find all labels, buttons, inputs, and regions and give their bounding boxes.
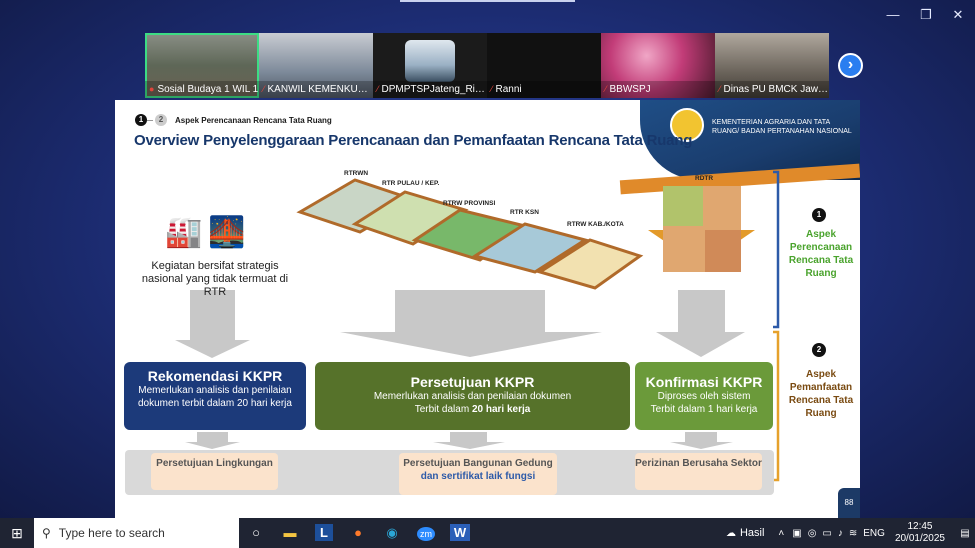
windows-start-icon[interactable]: ⊞ [0, 518, 34, 548]
rekomendasi-title: Rekomendasi KKPR [147, 368, 283, 384]
map-label: RTRW KAB./KOTA [567, 221, 624, 228]
page-number: 88 [838, 488, 860, 518]
persetujuan-box: Persetujuan KKPR Memerlukan analisis dan… [315, 362, 630, 430]
aspect-1-number: 1 [812, 208, 826, 222]
mic-muted-icon: ⁄ [377, 84, 379, 94]
pbg-box: Persetujuan Bangunan Gedung dan sertifik… [399, 453, 557, 495]
participant-strip: ● Sosial Budaya 1 WIL 1 ⁄ KANWIL KEMENKUM.… [145, 33, 829, 98]
close-button[interactable]: ✕ [943, 4, 973, 26]
taskbar: ⊞ ⚲ Type here to search ○ ▬ L ● ◉ zm W ☁… [0, 518, 975, 548]
rekomendasi-box: Rekomendasi KKPR Memerlukan analisis dan… [124, 362, 306, 430]
participant-tile[interactable]: ⁄ Ranni [487, 33, 601, 98]
participant-tile[interactable]: ⁄ KANWIL KEMENKUM... [259, 33, 373, 98]
clock[interactable]: 12:45 20/01/2025 [895, 521, 945, 545]
share-indicator [400, 0, 575, 2]
participant-name: BBWSPJ [609, 84, 651, 95]
map-label: RDTR [695, 175, 714, 182]
mic-muted-icon: ⁄ [491, 84, 493, 94]
participant-tile[interactable]: ⁄ BBWSPJ [601, 33, 715, 98]
shared-slide: KEMENTERIAN AGRARIA DAN TATA RUANG/ BADA… [115, 100, 860, 518]
persetujuan-text-1: Memerlukan analisis dan penilaian dokume… [373, 391, 572, 402]
kegiatan-text: Kegiatan bersifat strategis nasional yan… [141, 260, 289, 298]
participant-name: DPMPTSPJateng_Rizal [381, 84, 487, 95]
battery-icon[interactable]: ▭ [822, 528, 831, 539]
konfirmasi-text-2: Terbit dalam 1 hari kerja [650, 404, 758, 415]
participant-name: Ranni [495, 84, 522, 95]
chevron-up-icon[interactable]: ˄ [778, 528, 784, 539]
edge-icon[interactable]: ◉ [375, 518, 409, 548]
participant-name: KANWIL KEMENKUM... [267, 84, 373, 95]
infrastructure-icons: 🏭 🌉 [165, 215, 246, 250]
mic-on-icon: ● [149, 84, 155, 94]
weather-text[interactable]: Hasil [740, 527, 764, 539]
language-indicator[interactable]: ENG [863, 528, 885, 539]
persetujuan-days: 20 hari kerja [471, 404, 531, 415]
factory-icon: 🏭 [165, 216, 203, 249]
weather-icon: ☁ [725, 527, 736, 539]
wifi-icon[interactable]: ≋ [849, 528, 857, 539]
app-l-icon[interactable]: L [307, 518, 341, 548]
map-layers [296, 178, 644, 290]
konfirmasi-box: Konfirmasi KKPR Diproses oleh sistem Ter… [635, 362, 773, 430]
map-label: RTRW PROVINSI [443, 200, 496, 207]
lingkungan-box: Persetujuan Lingkungan [151, 453, 278, 490]
search-placeholder: Type here to search [58, 526, 165, 540]
aspect-2-label: Aspek Pemanfaatan Rencana Tata Ruang [788, 369, 854, 419]
konfirmasi-title: Konfirmasi KKPR [645, 374, 763, 390]
participant-name: Sosial Budaya 1 WIL 1 [157, 84, 259, 95]
aspect-1-label: Aspek Perencanaan Rencana Tata Ruang [788, 229, 854, 279]
mic-muted-icon: ⁄ [263, 84, 265, 94]
rdtr-map [648, 186, 755, 272]
minimize-button[interactable]: — [878, 4, 908, 26]
zoom-icon[interactable]: zm [409, 518, 443, 548]
restore-button[interactable]: ❐ [911, 4, 941, 26]
participant-name: Dinas PU BMCK Jawa... [723, 84, 829, 95]
aspect-2-number: 2 [812, 343, 826, 357]
clock-date: 20/01/2025 [894, 533, 945, 544]
participant-tile[interactable]: ⁄ DPMPTSPJateng_Rizal [373, 33, 487, 98]
volume-icon[interactable]: ♪ [838, 528, 843, 539]
taskbar-search[interactable]: ⚲ Type here to search [34, 518, 239, 548]
file-explorer-icon[interactable]: ▬ [273, 518, 307, 548]
participant-tile[interactable]: ● Sosial Budaya 1 WIL 1 [145, 33, 259, 98]
persetujuan-title: Persetujuan KKPR [410, 374, 535, 390]
word-icon[interactable]: W [443, 518, 477, 548]
map-label: RTR PULAU / KEP. [382, 180, 440, 187]
map-label: RTRWN [344, 170, 369, 177]
meet-now-icon[interactable]: ▣ [792, 528, 801, 539]
search-icon: ⚲ [42, 526, 51, 540]
firefox-icon[interactable]: ● [341, 518, 375, 548]
rekomendasi-text: Memerlukan analisis dan penilaian dokume… [138, 385, 292, 409]
konfirmasi-text-1: Diproses oleh sistem [657, 391, 751, 402]
slf-label: dan sertifikat laik fungsi [420, 471, 536, 482]
avatar [405, 40, 455, 82]
participant-tile[interactable]: ⁄ Dinas PU BMCK Jawa... [715, 33, 829, 98]
next-page-button[interactable]: › [838, 53, 863, 78]
mic-muted-icon: ⁄ [605, 84, 607, 94]
perizinan-box: Perizinan Berusaha Sektor [635, 453, 762, 490]
task-view-icon[interactable]: ○ [239, 518, 273, 548]
clock-time: 12:45 [907, 521, 933, 532]
system-tray: ☁ Hasil ˄ ▣ ◎ ▭ ♪ ≋ ENG 12:45 20/01/2025… [726, 518, 975, 548]
pbg-label: Persetujuan Bangunan Gedung [403, 458, 553, 469]
aspect-brackets [773, 170, 780, 482]
map-label: RTR KSN [510, 209, 539, 216]
bridge-icon: 🌉 [208, 216, 246, 249]
persetujuan-text-2: Terbit dalam [414, 404, 472, 415]
mic-muted-icon: ⁄ [719, 84, 721, 94]
network-icon[interactable]: ◎ [808, 528, 817, 539]
notification-icon[interactable]: ▤ [955, 528, 975, 539]
